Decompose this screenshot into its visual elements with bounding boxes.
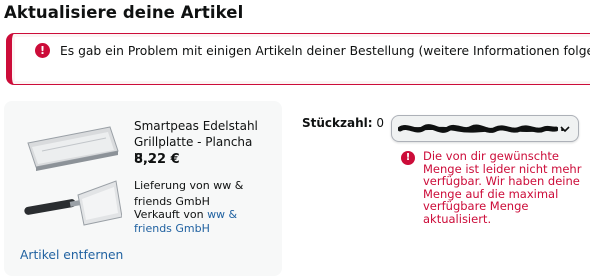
- quantity-label: Stückzahl: 0: [302, 116, 384, 130]
- exclamation-icon: !: [401, 151, 415, 165]
- quantity-current-value: 0: [376, 116, 385, 130]
- chevron-down-icon: [560, 126, 570, 133]
- seller-info: Verkauft von ww & friends GmbH: [134, 208, 274, 236]
- quantity-error-message: Die von dir gewünschte Menge ist leider …: [423, 149, 582, 226]
- error-alert-box: ! Es gab ein Problem mit einigen Artikel…: [6, 33, 590, 85]
- delivery-info: Lieferung von ww & friends GmbH: [134, 179, 244, 208]
- seller-prefix: Verkauft von: [134, 208, 204, 221]
- cart-item-card: Smartpeas Edelstahl Grillplatte - Planch…: [4, 101, 282, 276]
- quantity-dropdown[interactable]: .: [391, 115, 579, 142]
- alert-message: Es gab ein Problem mit einigen Artikeln …: [60, 44, 590, 58]
- exclamation-icon: !: [35, 43, 50, 58]
- redacted-scribble: [398, 124, 558, 133]
- quantity-label-text: Stückzahl:: [302, 116, 373, 130]
- product-image[interactable]: [22, 121, 122, 233]
- product-price: 8,22 €: [134, 152, 180, 167]
- page-title: Aktualisiere deine Artikel: [4, 3, 244, 22]
- remove-item-link[interactable]: Artikel entfernen: [20, 248, 123, 262]
